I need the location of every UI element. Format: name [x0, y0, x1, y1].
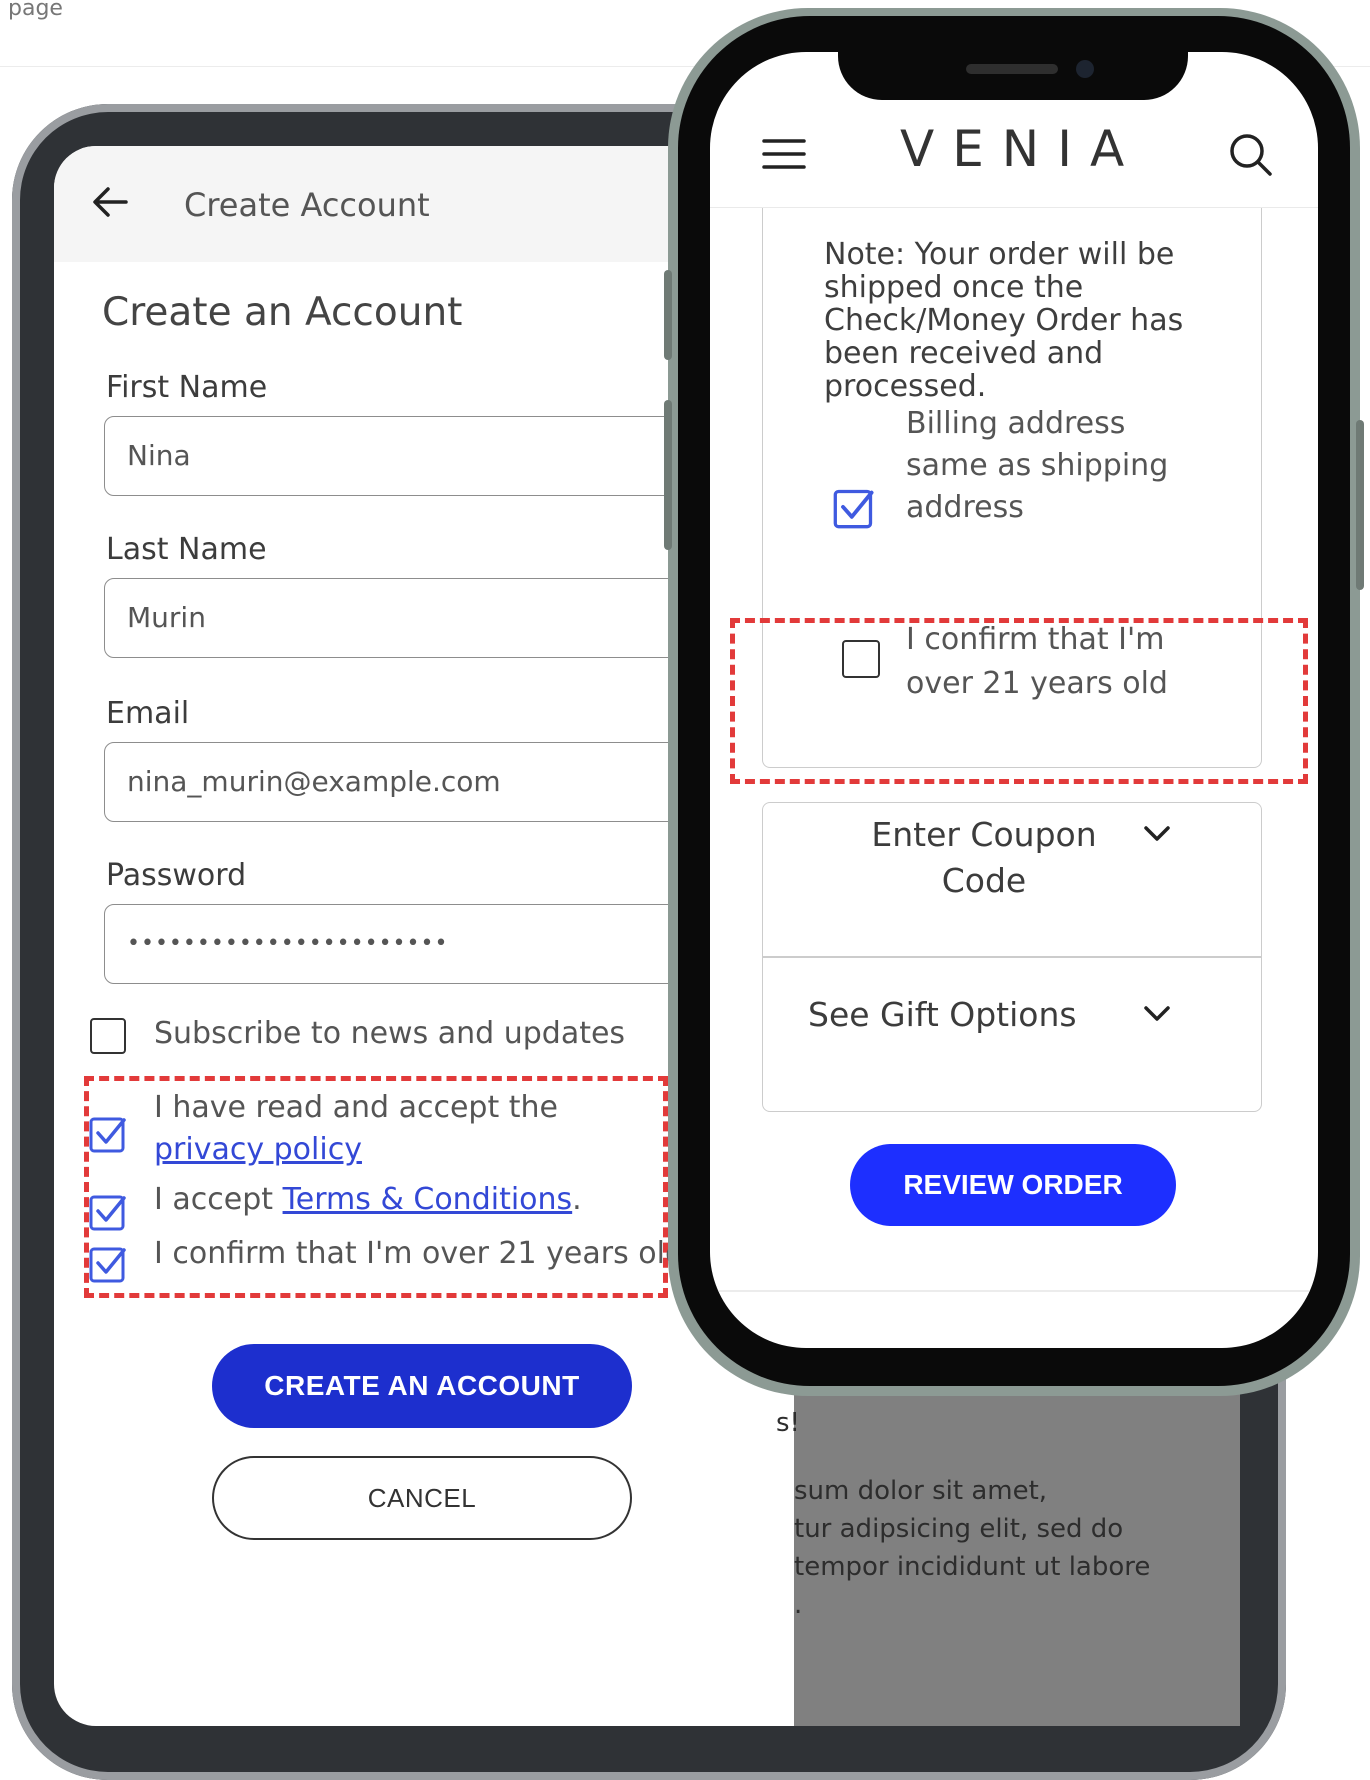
subscribe-checkbox[interactable]: [90, 1018, 126, 1054]
arrow-left-icon[interactable]: [90, 182, 130, 222]
coupon-accordion[interactable]: Enter Coupon Code: [834, 812, 1134, 904]
brand-logo[interactable]: VENIA: [900, 120, 1142, 178]
coupon-label-1: Enter Coupon: [871, 815, 1097, 854]
background-text-2: sum dolor sit amet,: [794, 1476, 1048, 1506]
password-label: Password: [106, 858, 247, 893]
menu-icon[interactable]: [762, 136, 806, 172]
page-top-text: page: [8, 0, 63, 21]
coupon-label-2: Code: [941, 861, 1027, 900]
terms-prefix: I accept: [154, 1182, 283, 1217]
billing-same-label-1: Billing address: [906, 406, 1126, 441]
email-label: Email: [106, 696, 190, 731]
chevron-down-icon[interactable]: [1142, 824, 1172, 844]
review-order-button[interactable]: REVIEW ORDER: [850, 1144, 1176, 1226]
password-input[interactable]: •••••••••••••••••••••••: [104, 904, 724, 984]
privacy-checkbox[interactable]: [88, 1114, 128, 1154]
billing-same-label-3: address: [906, 490, 1024, 525]
terms-link[interactable]: Terms & Conditions: [283, 1182, 573, 1217]
phone-side-button: [664, 400, 672, 550]
subscribe-label: Subscribe to news and updates: [154, 1016, 626, 1051]
billing-same-checkbox[interactable]: [832, 486, 876, 530]
phone-age-highlight-box: [730, 618, 1308, 784]
privacy-policy-link[interactable]: privacy policy: [154, 1126, 362, 1174]
phone-side-button: [664, 270, 672, 360]
accordion-divider: [762, 956, 1262, 958]
first-name-input[interactable]: Nina: [104, 416, 724, 496]
background-text-5: .: [794, 1590, 803, 1620]
background-text-3: tur adipsicing elit, sed do: [794, 1514, 1124, 1544]
page-title: Create an Account: [102, 290, 463, 335]
phone-camera: [1076, 60, 1094, 78]
phone-side-button: [1356, 420, 1364, 590]
terms-checkbox[interactable]: [88, 1192, 128, 1232]
last-name-input[interactable]: Murin: [104, 578, 724, 658]
billing-same-label-2: same as shipping: [906, 448, 1169, 483]
first-name-label: First Name: [106, 370, 268, 405]
header-title: Create Account: [184, 186, 430, 224]
age-confirm-checkbox[interactable]: [88, 1244, 128, 1284]
chevron-down-icon[interactable]: [1142, 1004, 1172, 1024]
gift-options-accordion[interactable]: See Gift Options: [808, 992, 1077, 1038]
background-text-4: tempor incididunt ut labore: [794, 1552, 1151, 1582]
terms-suffix: .: [572, 1182, 582, 1217]
cancel-button[interactable]: CANCEL: [212, 1456, 632, 1540]
create-account-button[interactable]: CREATE AN ACCOUNT: [212, 1344, 632, 1428]
phone-speaker: [966, 64, 1058, 74]
privacy-prefix: I have read and accept the: [154, 1090, 559, 1125]
phone-bottom-divider: [710, 1290, 1318, 1292]
background-text-1: s!: [776, 1408, 800, 1438]
age-confirm-label: I confirm that I'm over 21 years old: [154, 1236, 684, 1271]
last-name-label: Last Name: [106, 532, 267, 567]
payment-note: Note: Your order will be shipped once th…: [824, 237, 1184, 404]
email-input[interactable]: nina_murin@example.com: [104, 742, 724, 822]
search-icon[interactable]: [1226, 130, 1274, 178]
terms-label: I accept Terms & Conditions.: [154, 1176, 582, 1224]
